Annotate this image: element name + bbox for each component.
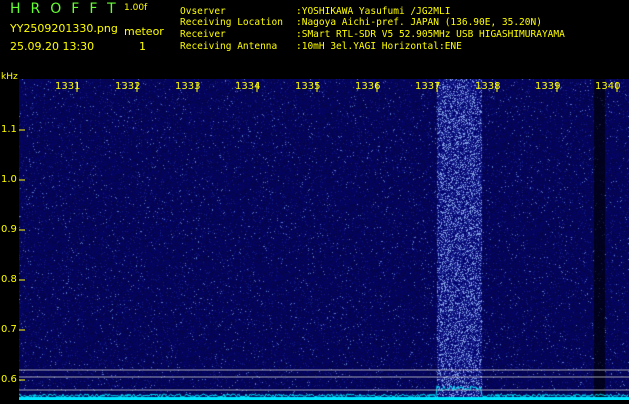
x-tick-label: 1331 [55,81,81,92]
axis-overlay [19,82,629,391]
x-tick-label: 1340 [595,81,621,92]
y-tick-label: 0.8 [1,274,17,285]
y-tick-label: 0.6 [1,374,17,385]
x-tick-label: 1338 [475,81,501,92]
y-tick-label: 0.7 [1,324,17,335]
x-tick-label: 1334 [235,81,261,92]
x-tick-label: 1335 [295,81,321,92]
y-tick-label: 1.0 [1,174,17,185]
y-tick-label: 0.9 [1,224,17,235]
x-tick-label: 1332 [115,81,141,92]
x-tick-label: 1339 [535,81,561,92]
x-tick-label: 1333 [175,81,201,92]
x-tick-label: 1336 [355,81,381,92]
y-tick-label: 1.1 [1,124,17,135]
x-tick-label: 1337 [415,81,441,92]
